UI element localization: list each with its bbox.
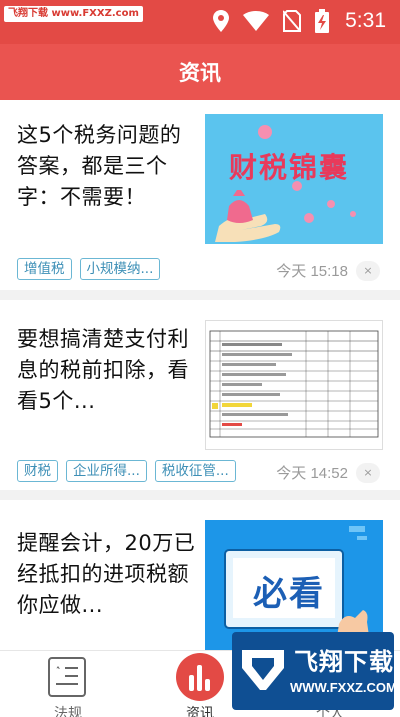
watermark-url: WWW.FXXZ.COM: [290, 680, 394, 695]
tag-chip[interactable]: 小规模纳...: [79, 258, 161, 280]
tag-chip[interactable]: 企业所得...: [66, 460, 147, 482]
news-card[interactable]: 提醒会计，20万已经抵扣的进项税额你应做... 必看: [0, 500, 400, 650]
news-meta: 今天 15:18 ×: [276, 260, 380, 281]
status-icons: 5:31: [213, 8, 386, 34]
divider: [0, 290, 400, 300]
tag-chip[interactable]: 增值税: [17, 258, 72, 280]
news-title: 要想搞清楚支付利息的税前扣除，看看5个...: [17, 327, 189, 413]
divider: [0, 490, 400, 500]
page-title: 资讯: [179, 61, 221, 85]
news-title: 提醒会计，20万已经抵扣的进项税额你应做...: [17, 531, 196, 617]
nav-label: 法规: [54, 706, 82, 717]
news-card[interactable]: 这5个税务问题的答案，都是三个字：不需要！ 财税锦囊 增值税 小规模纳... 今…: [0, 100, 400, 288]
news-title: 这5个税务问题的答案，都是三个字：不需要！: [17, 123, 182, 209]
app-header: 资讯: [0, 44, 400, 100]
watermark-logo: 飞翔下载 WWW.FXXZ.COM: [232, 632, 394, 710]
clock: 5:31: [345, 9, 386, 32]
tag-list: 增值税 小规模纳...: [17, 258, 161, 280]
news-thumbnail: 必看: [205, 520, 383, 650]
dismiss-icon[interactable]: ×: [356, 462, 380, 483]
watermark-text: 飞翔下载: [294, 648, 394, 676]
timestamp: 今天 14:52: [276, 465, 348, 482]
battery-charging-icon: [315, 9, 330, 33]
tag-chip[interactable]: 税收征管...: [154, 460, 236, 482]
logo-icon: [242, 650, 284, 690]
nav-tab-regulations[interactable]: 法规: [18, 651, 118, 717]
thumbnail-caption: 财税锦囊: [229, 151, 350, 184]
chart-icon: [176, 653, 224, 701]
wifi-icon: [243, 11, 270, 31]
status-bar: 飞翔下载 www.FXXZ.com 5:31: [0, 0, 400, 44]
tag-chip[interactable]: 财税: [17, 460, 58, 482]
thumbnail-caption: 必看: [253, 574, 325, 614]
news-thumbnail: 财税锦囊: [205, 114, 383, 244]
location-icon: [213, 10, 230, 32]
tag-list: 财税 企业所得... 税收征管...: [17, 460, 236, 482]
no-sim-icon: [283, 10, 302, 32]
watermark-label: 飞翔下载 www.FXXZ.com: [4, 6, 143, 22]
dismiss-icon[interactable]: ×: [356, 260, 380, 281]
document-icon: [48, 657, 86, 697]
news-thumbnail: [205, 320, 383, 450]
timestamp: 今天 15:18: [276, 263, 348, 280]
news-card[interactable]: 要想搞清楚支付利息的税前扣除，看看5个... 财税 企业所得... 税收征管..…: [0, 300, 400, 488]
news-meta: 今天 14:52 ×: [276, 462, 380, 483]
